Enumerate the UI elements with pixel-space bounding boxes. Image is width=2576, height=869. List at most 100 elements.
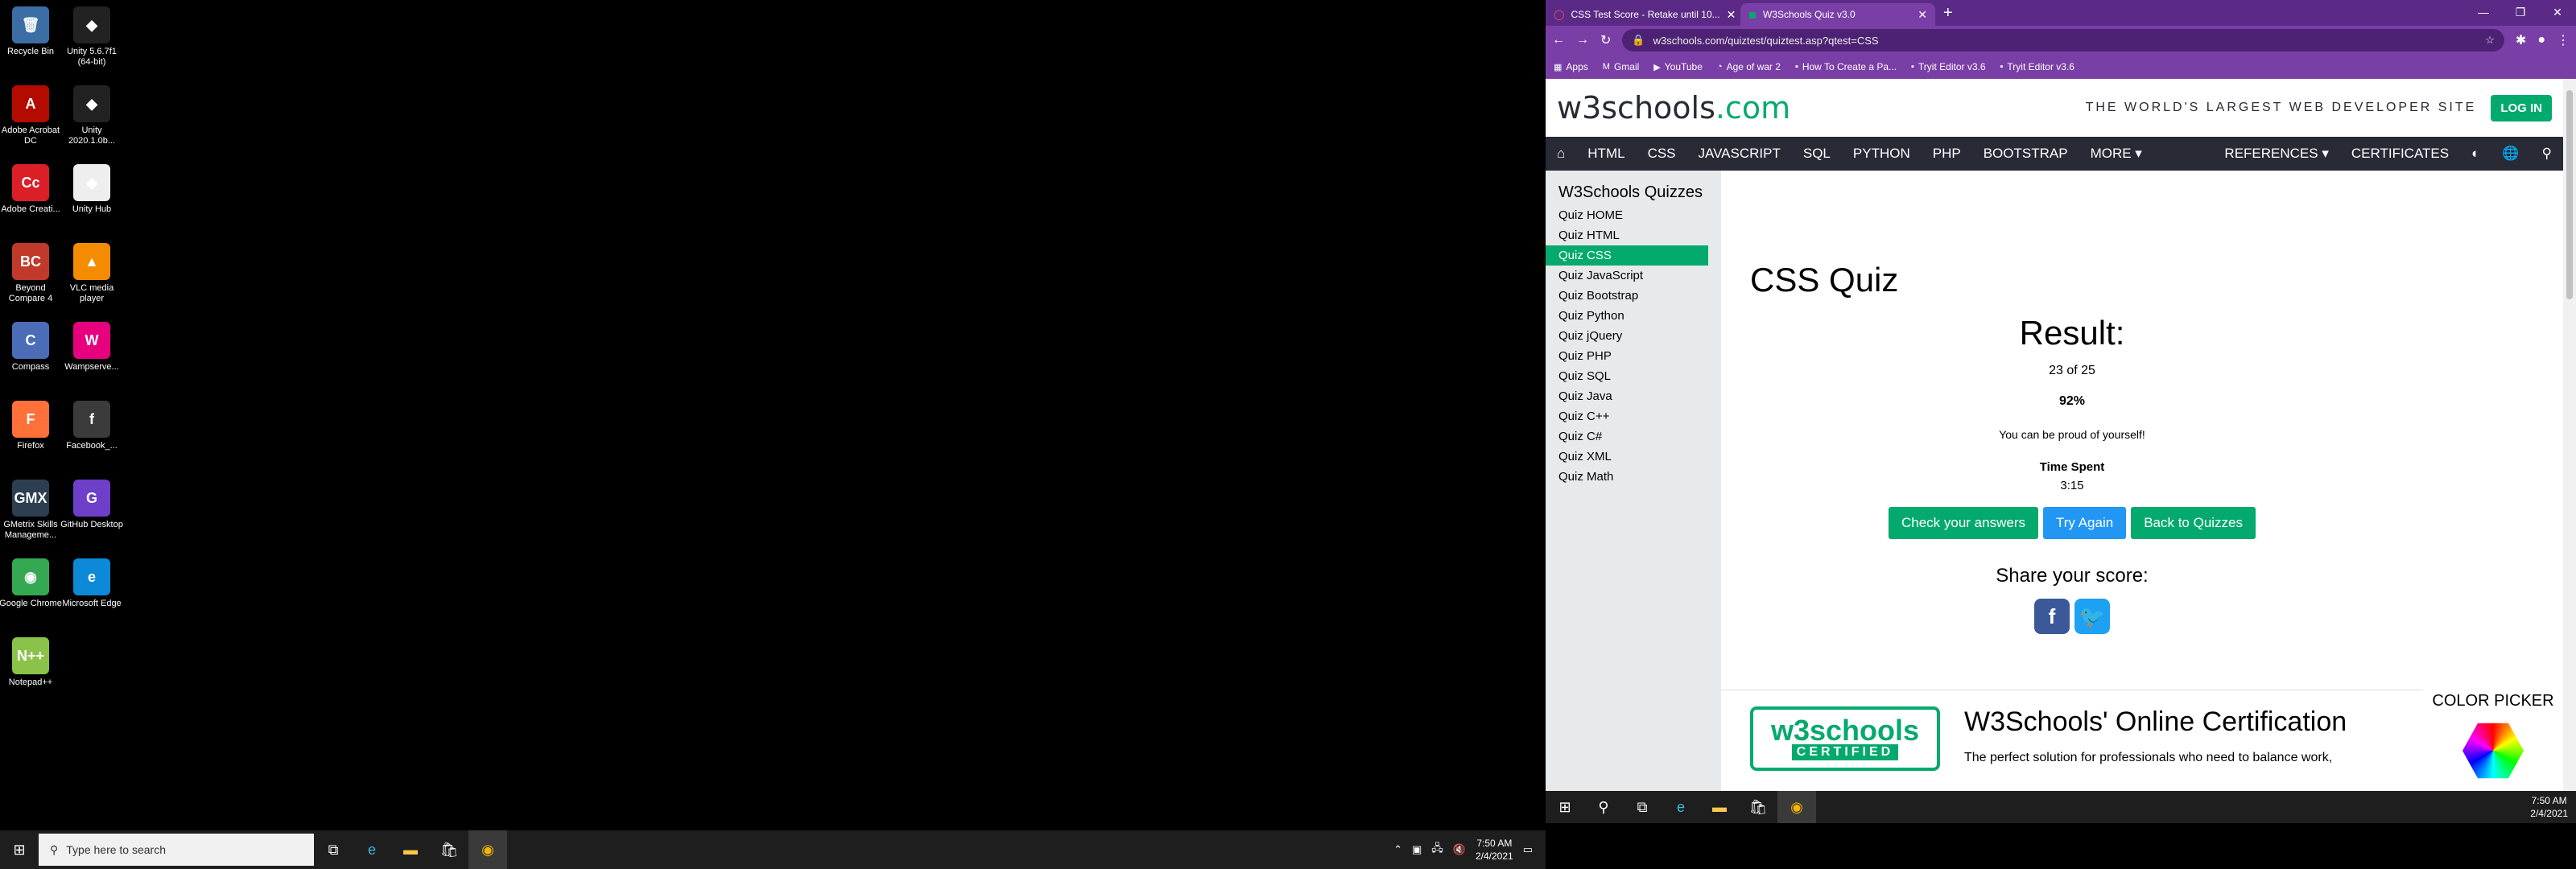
bookmark-item[interactable]: ▶ YouTube: [1653, 61, 1703, 72]
volume-muted-icon[interactable]: 🔇: [1453, 843, 1466, 856]
sidebar-item[interactable]: Quiz SQL: [1546, 366, 1721, 386]
globe-icon[interactable]: 🌐: [2491, 137, 2530, 171]
facebook-share-icon[interactable]: f: [2034, 599, 2070, 634]
home-icon[interactable]: ⌂: [1546, 137, 1576, 171]
address-bar[interactable]: 🔒 w3schools.com/quiztest/quiztest.asp?qt…: [1622, 29, 2504, 51]
desktop-icon[interactable]: e Microsoft Edge: [61, 555, 122, 629]
sidebar-item[interactable]: Quiz HTML: [1546, 225, 1721, 245]
sidebar-item[interactable]: Quiz jQuery: [1546, 326, 1721, 346]
nav-item[interactable]: SQL: [1792, 137, 1842, 171]
desktop-icon[interactable]: ◆ Unity Hub: [61, 161, 122, 235]
clock-right[interactable]: 7:50 AM 2/4/2021: [2530, 794, 2568, 820]
star-icon[interactable]: ☆: [2485, 34, 2495, 47]
task-view-icon[interactable]: ⧉: [314, 830, 353, 869]
new-tab-button[interactable]: +: [1935, 4, 1961, 26]
try-again-button[interactable]: Try Again: [2043, 507, 2127, 539]
sidebar-item[interactable]: Quiz C#: [1546, 426, 1721, 447]
clock-left[interactable]: 7:50 AM 2/4/2021: [1476, 837, 1513, 863]
nav-item[interactable]: BOOTSTRAP: [1972, 137, 2079, 171]
desktop-icon[interactable]: ▲ VLC media player: [61, 240, 122, 314]
profile-icon[interactable]: ●: [2537, 33, 2545, 47]
bookmark-item[interactable]: ▪ How To Create a Pa...: [1795, 61, 1897, 72]
nav-item[interactable]: PYTHON: [1842, 137, 1922, 171]
desktop-icon[interactable]: ◆ Unity 2020.1.0b...: [61, 82, 122, 156]
desktop-icon[interactable]: BC Beyond Compare 4: [0, 240, 61, 314]
scrollbar-thumb[interactable]: [2566, 90, 2573, 299]
reload-icon[interactable]: ↻: [1600, 32, 1611, 48]
search-icon[interactable]: ⚲: [1584, 791, 1623, 823]
dark-mode-icon[interactable]: ◐: [2460, 137, 2491, 171]
start-button[interactable]: ⊞: [0, 830, 39, 869]
notification-icon[interactable]: ▭: [1523, 843, 1533, 856]
desktop-icon[interactable]: ◆ Unity 5.6.7f1 (64-bit): [61, 3, 122, 77]
tab-w3schools-quiz[interactable]: ◼ W3Schools Quiz v3.0 ✕: [1740, 3, 1935, 26]
chrome-taskbar-icon[interactable]: ◉: [469, 830, 507, 869]
desktop-icon[interactable]: ◉ Google Chrome: [0, 555, 62, 629]
nav-item[interactable]: JAVASCRIPT: [1687, 137, 1792, 171]
tray-app-icon[interactable]: ▣: [1412, 843, 1422, 856]
back-to-quizzes-button[interactable]: Back to Quizzes: [2131, 507, 2256, 539]
login-button[interactable]: LOG IN: [2491, 94, 2552, 121]
desktop-icon[interactable]: C Compass: [0, 319, 61, 393]
store-icon[interactable]: 🛍: [430, 830, 469, 869]
start-button[interactable]: ⊞: [1546, 791, 1584, 823]
twitter-share-icon[interactable]: 🐦: [2074, 599, 2110, 634]
sidebar-item[interactable]: Quiz CSS: [1546, 245, 1708, 266]
color-picker[interactable]: COLOR PICKER: [2423, 692, 2563, 781]
extensions-icon[interactable]: ✱: [2516, 32, 2526, 48]
sidebar-item[interactable]: Quiz JavaScript: [1546, 266, 1721, 286]
chevron-up-icon[interactable]: ⌃: [1393, 843, 1402, 856]
w3schools-logo[interactable]: w3schools.com: [1557, 90, 1790, 126]
desktop-icon[interactable]: Cc Adobe Creati...: [0, 161, 61, 235]
desktop-icon[interactable]: 🗑 Recycle Bin: [0, 3, 61, 77]
nav-item-right[interactable]: REFERENCES ▾: [2213, 137, 2339, 171]
nav-item[interactable]: CSS: [1637, 137, 1687, 171]
close-tab-icon[interactable]: ✕: [1918, 8, 1927, 22]
desktop-icon[interactable]: F Firefox: [0, 397, 61, 472]
store-icon[interactable]: 🛍: [1739, 791, 1777, 823]
forward-icon[interactable]: →: [1576, 33, 1589, 47]
search-icon[interactable]: ⚲: [2531, 137, 2563, 171]
sidebar-item[interactable]: Quiz Python: [1546, 306, 1721, 326]
edge-taskbar-icon[interactable]: e: [1662, 791, 1700, 823]
bookmark-item[interactable]: ◔ Age of war 2: [1717, 61, 1781, 72]
bookmark-item[interactable]: ▪ Tryit Editor v3.6: [1911, 61, 1985, 72]
taskbar-search[interactable]: ⚲ Type here to search: [39, 834, 314, 866]
minimize-icon[interactable]: —: [2465, 0, 2502, 24]
desktop-icon[interactable]: N++ Notepad++: [0, 634, 61, 708]
bookmark-item[interactable]: M Gmail: [1603, 61, 1640, 72]
check-answers-button[interactable]: Check your answers: [1888, 507, 2038, 539]
task-view-icon[interactable]: ⧉: [1623, 791, 1662, 823]
bookmark-item[interactable]: ▪ Tryit Editor v3.6: [2000, 61, 2074, 72]
nav-item-right[interactable]: CERTIFICATES: [2340, 137, 2460, 171]
certified-logo[interactable]: w3schools CERTIFIED: [1750, 706, 1940, 771]
sidebar-item[interactable]: Quiz Bootstrap: [1546, 286, 1721, 306]
sidebar-item[interactable]: Quiz XML: [1546, 447, 1721, 467]
sidebar-item[interactable]: Quiz C++: [1546, 406, 1721, 426]
desktop-icon[interactable]: GMX GMetrix Skills Manageme...: [0, 476, 61, 550]
desktop-icon[interactable]: G GitHub Desktop: [60, 476, 123, 550]
back-icon[interactable]: ←: [1552, 33, 1565, 47]
menu-icon[interactable]: ⋮: [2557, 32, 2570, 48]
nav-item[interactable]: HTML: [1576, 137, 1636, 171]
tab-css-test-score[interactable]: ◯ CSS Test Score - Retake until 10... ✕: [1546, 3, 1740, 26]
close-tab-icon[interactable]: ✕: [1727, 8, 1736, 22]
sidebar-item[interactable]: Quiz HOME: [1546, 205, 1721, 225]
nav-item[interactable]: MORE ▾: [2079, 137, 2153, 171]
sidebar-item[interactable]: Quiz PHP: [1546, 346, 1721, 366]
chrome-taskbar-icon[interactable]: ◉: [1777, 791, 1816, 823]
sidebar-item[interactable]: Quiz Math: [1546, 467, 1721, 487]
file-explorer-icon[interactable]: ▬: [391, 830, 430, 869]
color-wheel-icon[interactable]: [2462, 723, 2524, 779]
desktop-icon[interactable]: A Adobe Acrobat DC: [0, 82, 61, 156]
restore-icon[interactable]: ❐: [2502, 0, 2539, 24]
file-explorer-icon[interactable]: ▬: [1700, 791, 1739, 823]
desktop-icon[interactable]: W Wampserve...: [61, 319, 122, 393]
bookmark-item[interactable]: ▦ Apps: [1554, 61, 1588, 72]
sidebar-item[interactable]: Quiz Java: [1546, 386, 1721, 406]
page-scrollbar[interactable]: [2563, 79, 2576, 791]
nav-item[interactable]: PHP: [1922, 137, 1972, 171]
network-icon[interactable]: 🖧: [1431, 841, 1443, 859]
desktop-icon[interactable]: f Facebook_...: [61, 397, 122, 472]
edge-taskbar-icon[interactable]: e: [353, 830, 391, 869]
